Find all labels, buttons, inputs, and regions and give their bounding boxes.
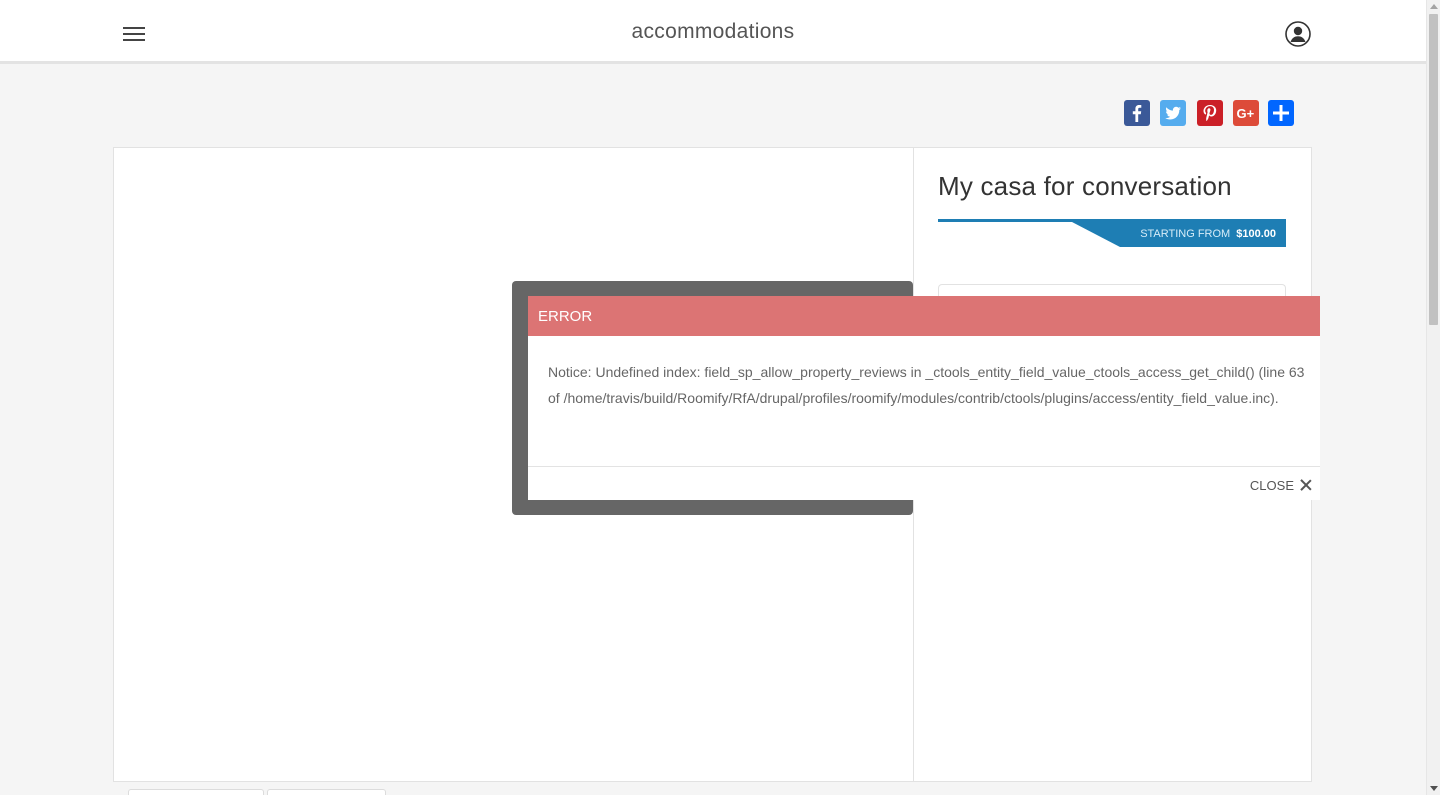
- tab-stub-1[interactable]: [128, 789, 264, 795]
- site-header: accommodations: [0, 0, 1426, 64]
- tab-stub-2[interactable]: [267, 789, 386, 795]
- price-value: $100.00: [1236, 228, 1276, 240]
- dialog-title: ERROR: [538, 308, 593, 325]
- dialog-footer: CLOSE: [528, 466, 1320, 500]
- pinterest-icon[interactable]: [1197, 100, 1223, 126]
- price-ribbon: STARTING FROM $100.00: [1072, 222, 1286, 247]
- share-plus-icon[interactable]: [1268, 100, 1294, 126]
- price-label: STARTING FROM: [1140, 228, 1231, 240]
- close-label: CLOSE: [1249, 477, 1294, 493]
- error-message: Notice: Undefined index: field_sp_allow_…: [548, 364, 1305, 406]
- site-title[interactable]: accommodations: [0, 20, 1426, 44]
- scroll-down-icon[interactable]: [1430, 786, 1438, 791]
- google-plus-icon[interactable]: G+: [1233, 100, 1259, 126]
- error-dialog: ERROR Notice: Undefined index: field_sp_…: [528, 296, 1320, 500]
- property-title: My casa for conversation: [938, 171, 1232, 201]
- twitter-icon[interactable]: [1160, 100, 1186, 126]
- close-button[interactable]: CLOSE: [1250, 476, 1312, 494]
- close-icon: [1300, 479, 1312, 491]
- page-scrollbar[interactable]: [1426, 0, 1440, 795]
- svg-text:G+: G+: [1237, 106, 1255, 121]
- scroll-thumb[interactable]: [1429, 14, 1438, 325]
- user-account-icon[interactable]: [1285, 21, 1311, 47]
- scroll-up-icon[interactable]: [1430, 4, 1438, 9]
- dialog-header: ERROR: [528, 296, 1320, 336]
- facebook-icon[interactable]: [1124, 100, 1150, 126]
